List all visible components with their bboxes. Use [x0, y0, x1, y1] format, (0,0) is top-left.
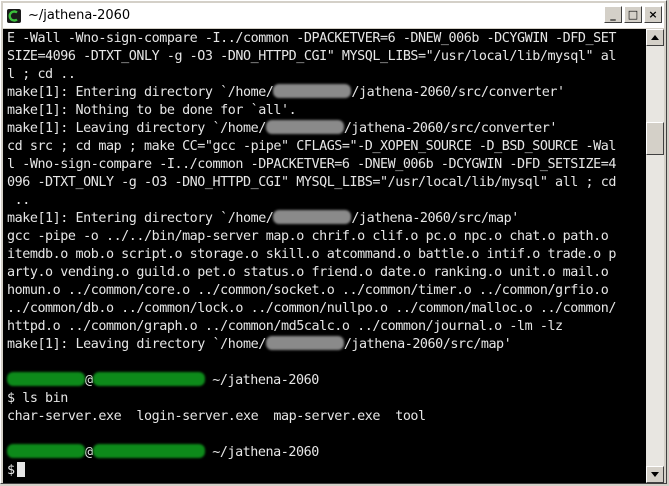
- cygwin-terminal-icon: [6, 8, 22, 24]
- terminal-line: @ ~/jathena-2060: [7, 444, 616, 462]
- terminal-line: $ ls bin: [7, 390, 616, 408]
- terminal-line: ..: [7, 192, 616, 210]
- terminal-text: make[1]: Nothing to be done for `all'.: [7, 103, 297, 118]
- terminal-text: @: [85, 445, 93, 460]
- terminal-text: /jathena-2060/src/converter': [351, 85, 565, 100]
- terminal-line: l -Wno-sign-compare -I../common -DPACKET…: [7, 156, 616, 174]
- terminal-line: $: [7, 462, 616, 480]
- close-button[interactable]: ×: [644, 6, 662, 23]
- terminal-text: $ ls bin: [7, 391, 68, 406]
- terminal-text: @: [85, 373, 93, 388]
- redacted-text: [265, 336, 344, 350]
- terminal-line: gcc -pipe -o ../../bin/map-server map.o …: [7, 228, 616, 246]
- terminal-text: $: [7, 463, 15, 478]
- terminal-line: itemdb.o mob.o script.o storage.o skill.…: [7, 246, 616, 264]
- terminal-line: httpd.o ../common/graph.o ../common/md5c…: [7, 318, 616, 336]
- terminal-text: E -Wall -Wno-sign-compare -I../common -D…: [7, 31, 616, 46]
- window-controls: _ □ ×: [604, 6, 662, 23]
- terminal-line: make[1]: Leaving directory `/home/ /jathe…: [7, 120, 616, 138]
- terminal-line: SIZE=4096 -DTXT_ONLY -g -O3 -DNO_HTTPD_C…: [7, 48, 616, 66]
- terminal-line: 096 -DTXT_ONLY -g -O3 -DNO_HTTPD_CGI" MY…: [7, 174, 616, 192]
- terminal-text: ~/jathena-2060: [204, 445, 319, 460]
- terminal-text: l -Wno-sign-compare -I../common -DPACKET…: [7, 157, 616, 172]
- redacted-text: [7, 372, 85, 386]
- terminal-text: ../common/db.o ../common/lock.o ../commo…: [7, 301, 616, 316]
- terminal-text: arty.o vending.o guild.o pet.o status.o …: [7, 265, 609, 280]
- vertical-scrollbar[interactable]: [646, 29, 664, 483]
- arrow-up-icon: [651, 35, 659, 40]
- terminal-text: make[1]: Leaving directory `/home/: [7, 121, 266, 136]
- terminal-line: make[1]: Nothing to be done for `all'.: [7, 102, 616, 120]
- terminal-line: make[1]: Entering directory `/home/ /jath…: [7, 84, 616, 102]
- terminal-text: l ; cd ..: [7, 67, 76, 82]
- minimize-button[interactable]: _: [604, 6, 622, 23]
- terminal-text: char-server.exe login-server.exe map-ser…: [7, 409, 426, 424]
- terminal-output[interactable]: E -Wall -Wno-sign-compare -I../common -D…: [3, 29, 646, 483]
- terminal-line: ../common/db.o ../common/lock.o ../commo…: [7, 300, 616, 318]
- title-bar[interactable]: ~/jathena-2060 _ □ ×: [3, 3, 664, 28]
- maximize-button[interactable]: □: [624, 6, 642, 23]
- terminal-text: cd src ; cd map ; make CC="gcc -pipe" CF…: [7, 139, 616, 154]
- terminal-text: homun.o ../common/core.o ../common/socke…: [7, 283, 609, 298]
- close-icon: ×: [648, 8, 658, 21]
- terminal-text: itemdb.o mob.o script.o storage.o skill.…: [7, 247, 616, 262]
- redacted-text: [7, 444, 85, 458]
- terminal-line: arty.o vending.o guild.o pet.o status.o …: [7, 264, 616, 282]
- terminal-text: make[1]: Entering directory `/home/: [7, 211, 274, 226]
- terminal-window: ~/jathena-2060 _ □ × E -Wall -Wno-sign-c…: [0, 0, 667, 484]
- text-cursor: [16, 462, 25, 477]
- scroll-thumb[interactable]: [646, 121, 664, 156]
- scroll-up-button[interactable]: [646, 29, 664, 46]
- redacted-text: [92, 372, 205, 386]
- terminal-text: ~/jathena-2060: [204, 373, 319, 388]
- terminal-line: @ ~/jathena-2060: [7, 372, 616, 390]
- window-title: ~/jathena-2060: [28, 8, 131, 23]
- terminal-text: gcc -pipe -o ../../bin/map-server map.o …: [7, 229, 609, 244]
- maximize-icon: □: [627, 8, 639, 21]
- terminal-line: cd src ; cd map ; make CC="gcc -pipe" CF…: [7, 138, 616, 156]
- terminal-text: /jathena-2060/src/map': [343, 337, 512, 352]
- terminal-line: homun.o ../common/core.o ../common/socke…: [7, 282, 616, 300]
- arrow-down-icon: [651, 472, 659, 477]
- terminal-line: char-server.exe login-server.exe map-ser…: [7, 408, 616, 426]
- redacted-text: [92, 444, 205, 458]
- minimize-icon: _: [610, 8, 616, 21]
- terminal-lines: E -Wall -Wno-sign-compare -I../common -D…: [7, 30, 616, 480]
- terminal-line: E -Wall -Wno-sign-compare -I../common -D…: [7, 30, 616, 48]
- terminal-text: make[1]: Leaving directory `/home/: [7, 337, 266, 352]
- terminal-text: make[1]: Entering directory `/home/: [7, 85, 274, 100]
- terminal-text: 096 -DTXT_ONLY -g -O3 -DNO_HTTPD_CGI" MY…: [7, 175, 616, 190]
- terminal-text: /jathena-2060/src/map': [351, 211, 519, 226]
- terminal-text: /jathena-2060/src/converter': [343, 121, 558, 136]
- terminal-line: l ; cd ..: [7, 66, 616, 84]
- terminal-line: make[1]: Entering directory `/home/ /jath…: [7, 210, 616, 228]
- terminal-line: make[1]: Leaving directory `/home/ /jathe…: [7, 336, 616, 354]
- redacted-text: [273, 210, 352, 224]
- scroll-down-button[interactable]: [646, 466, 664, 483]
- terminal-text: httpd.o ../common/graph.o ../common/md5c…: [7, 319, 563, 334]
- terminal-text: SIZE=4096 -DTXT_ONLY -g -O3 -DNO_HTTPD_C…: [7, 49, 616, 64]
- redacted-text: [265, 120, 344, 134]
- terminal-text: ..: [7, 193, 31, 208]
- redacted-text: [273, 84, 352, 98]
